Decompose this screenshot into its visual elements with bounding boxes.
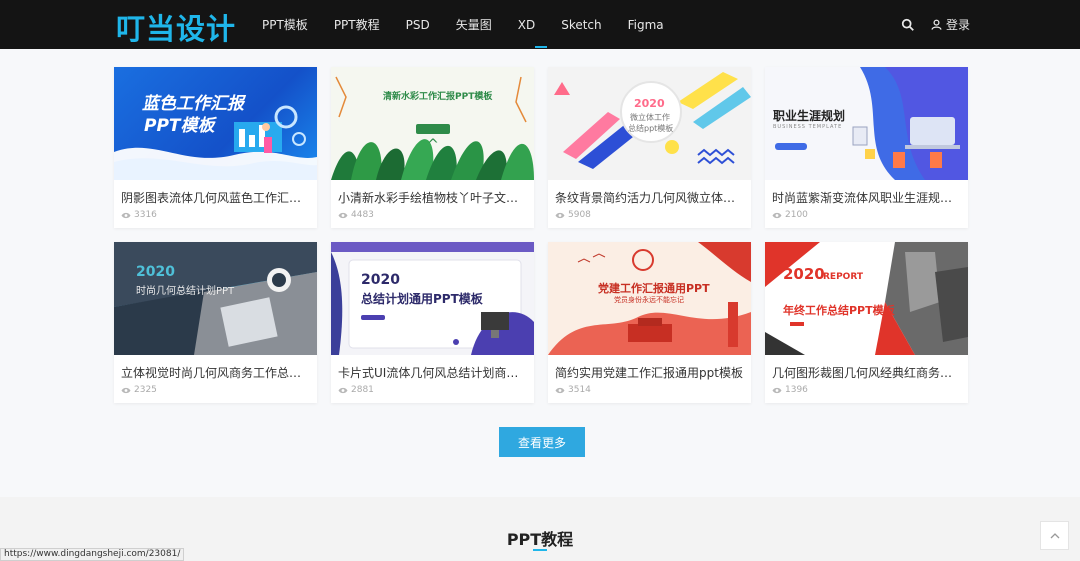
menu-item-ppt-tutorials[interactable]: PPT教程 xyxy=(334,16,380,33)
card-title[interactable]: 阴影图表流体几何风蓝色工作汇报ppt... xyxy=(114,180,317,210)
login-link[interactable]: 登录 xyxy=(931,16,970,33)
thumbnail-title: 2020 xyxy=(783,265,825,283)
view-count-value: 3514 xyxy=(568,385,591,395)
card-title[interactable]: 几何图形裁图几何风经典红商务总结... xyxy=(765,355,968,385)
template-thumbnail[interactable]: 职业生涯规划 BUSINESS TEMPLATE xyxy=(765,67,968,180)
eye-icon xyxy=(121,387,131,393)
thumbnail-subtitle-2: 年终工作总结PPT模板 xyxy=(783,304,895,317)
view-count: 2325 xyxy=(114,385,317,395)
menu-item-psd[interactable]: PSD xyxy=(406,18,430,32)
template-thumbnail[interactable]: 2020 REPORT 年终工作总结PPT模板 xyxy=(765,242,968,355)
view-count: 1396 xyxy=(765,385,968,395)
template-card[interactable]: 蓝色工作汇报 PPT模板 阴影图表流体几何风蓝色工作汇报ppt... 3316 xyxy=(114,67,317,228)
eye-icon xyxy=(772,212,782,218)
thumbnail-subtitle: 时尚几何总结计划PPT xyxy=(136,286,235,297)
section-title: PPT教程 xyxy=(506,530,574,549)
view-count: 4483 xyxy=(331,210,534,220)
template-thumbnail[interactable]: 2020 总结计划通用PPT模板 xyxy=(331,242,534,355)
template-card[interactable]: 2020 微立体工作 总结ppt模板 条纹背景简约活力几何风微立体工作... 5… xyxy=(548,67,751,228)
template-card[interactable]: 职业生涯规划 BUSINESS TEMPLATE 时尚蓝紫渐变流体风职业生涯规划… xyxy=(765,67,968,228)
card-title[interactable]: 条纹背景简约活力几何风微立体工作... xyxy=(548,180,751,210)
template-card[interactable]: 2020 REPORT 年终工作总结PPT模板 几何图形裁图几何风经典红商务总结… xyxy=(765,242,968,403)
thumbnail-art xyxy=(765,242,968,355)
view-count-value: 4483 xyxy=(351,210,374,220)
user-icon xyxy=(931,19,942,30)
menu-item-vector[interactable]: 矢量图 xyxy=(456,16,492,33)
chevron-up-icon xyxy=(1050,532,1059,538)
view-count-value: 2881 xyxy=(351,385,374,395)
menu-item-xd[interactable]: XD xyxy=(518,18,535,32)
thumbnail-subtitle: PPT模板 xyxy=(144,116,215,136)
thumbnail-title: 职业生涯规划 xyxy=(773,109,846,123)
site-logo[interactable]: 叮当设计 xyxy=(116,6,236,48)
load-more-button[interactable]: 查看更多 xyxy=(499,427,585,457)
template-card[interactable]: 2020 总结计划通用PPT模板 卡片式UI流体几何风总结计划商务通... 28… xyxy=(331,242,534,403)
nav-actions: 登录 xyxy=(901,0,970,49)
thumbnail-title: 清新水彩工作汇报PPT模板 xyxy=(383,92,493,102)
thumbnail-title: 2020 xyxy=(136,264,175,280)
template-card[interactable]: 党建工作汇报通用PPT 党员身份永远不能忘记 简约实用党建工作汇报通用ppt模板… xyxy=(548,242,751,403)
menu-item-figma[interactable]: Figma xyxy=(628,18,664,32)
main-menu: PPT模板 PPT教程 PSD 矢量图 XD Sketch Figma xyxy=(262,0,690,49)
template-thumbnail[interactable]: 2020 微立体工作 总结ppt模板 xyxy=(548,67,751,180)
template-thumbnail[interactable]: 2020 时尚几何总结计划PPT xyxy=(114,242,317,355)
view-count-value: 2325 xyxy=(134,385,157,395)
thumbnail-art: ^ xyxy=(331,76,534,180)
status-bar-url: https://www.dingdangsheji.com/23081/ xyxy=(0,548,185,561)
eye-icon xyxy=(555,212,565,218)
back-to-top-button[interactable] xyxy=(1040,521,1069,550)
thumbnail-art xyxy=(114,242,317,355)
thumbnail-title: 2020 xyxy=(634,97,665,110)
thumbnail-subtitle: 党员身份永远不能忘记 xyxy=(614,296,684,304)
view-count: 3316 xyxy=(114,210,317,220)
thumbnail-subtitle: BUSINESS TEMPLATE xyxy=(773,124,843,130)
svg-text:^: ^ xyxy=(427,137,439,153)
template-grid: 蓝色工作汇报 PPT模板 阴影图表流体几何风蓝色工作汇报ppt... 3316 xyxy=(114,67,970,403)
thumbnail-title: 2020 xyxy=(361,272,400,288)
view-count: 2100 xyxy=(765,210,968,220)
thumbnail-subtitle: 总结计划通用PPT模板 xyxy=(361,292,483,306)
template-thumbnail[interactable]: 蓝色工作汇报 PPT模板 xyxy=(114,67,317,180)
thumbnail-title: 党建工作汇报通用PPT xyxy=(598,282,710,295)
view-count-value: 2100 xyxy=(785,210,808,220)
template-thumbnail[interactable]: ^ 清新水彩工作汇报PPT模板 xyxy=(331,67,534,180)
section-underline xyxy=(533,549,547,551)
eye-icon xyxy=(772,387,782,393)
card-title[interactable]: 立体视觉时尚几何风商务工作总结报... xyxy=(114,355,317,385)
template-card[interactable]: 2020 时尚几何总结计划PPT 立体视觉时尚几何风商务工作总结报... 232… xyxy=(114,242,317,403)
card-title[interactable]: 时尚蓝紫渐变流体风职业生涯规划ppt... xyxy=(765,180,968,210)
eye-icon xyxy=(338,212,348,218)
view-count: 2881 xyxy=(331,385,534,395)
eye-icon xyxy=(121,212,131,218)
top-nav: 叮当设计 PPT模板 PPT教程 PSD 矢量图 XD Sketch Figma… xyxy=(0,0,1080,49)
eye-icon xyxy=(338,387,348,393)
thumbnail-subtitle: 微立体工作 xyxy=(630,113,670,122)
view-count-value: 3316 xyxy=(134,210,157,220)
search-icon[interactable] xyxy=(901,18,915,32)
card-title[interactable]: 小清新水彩手绘植物枝丫叶子文艺风... xyxy=(331,180,534,210)
template-card[interactable]: ^ 清新水彩工作汇报PPT模板 小清新水彩手绘植物枝丫叶子文艺风... 4483 xyxy=(331,67,534,228)
thumbnail-subtitle: REPORT xyxy=(823,272,863,282)
view-count: 5908 xyxy=(548,210,751,220)
eye-icon xyxy=(555,387,565,393)
menu-item-ppt-templates[interactable]: PPT模板 xyxy=(262,16,308,33)
login-label: 登录 xyxy=(945,18,970,32)
view-count: 3514 xyxy=(548,385,751,395)
thumbnail-subtitle-2: 总结ppt模板 xyxy=(628,124,674,133)
view-count-value: 1396 xyxy=(785,385,808,395)
card-title[interactable]: 简约实用党建工作汇报通用ppt模板 xyxy=(548,355,751,385)
card-title[interactable]: 卡片式UI流体几何风总结计划商务通... xyxy=(331,355,534,385)
nav-indicator xyxy=(535,46,547,48)
menu-item-sketch[interactable]: Sketch xyxy=(561,18,601,32)
view-count-value: 5908 xyxy=(568,210,591,220)
template-thumbnail[interactable]: 党建工作汇报通用PPT 党员身份永远不能忘记 xyxy=(548,242,751,355)
